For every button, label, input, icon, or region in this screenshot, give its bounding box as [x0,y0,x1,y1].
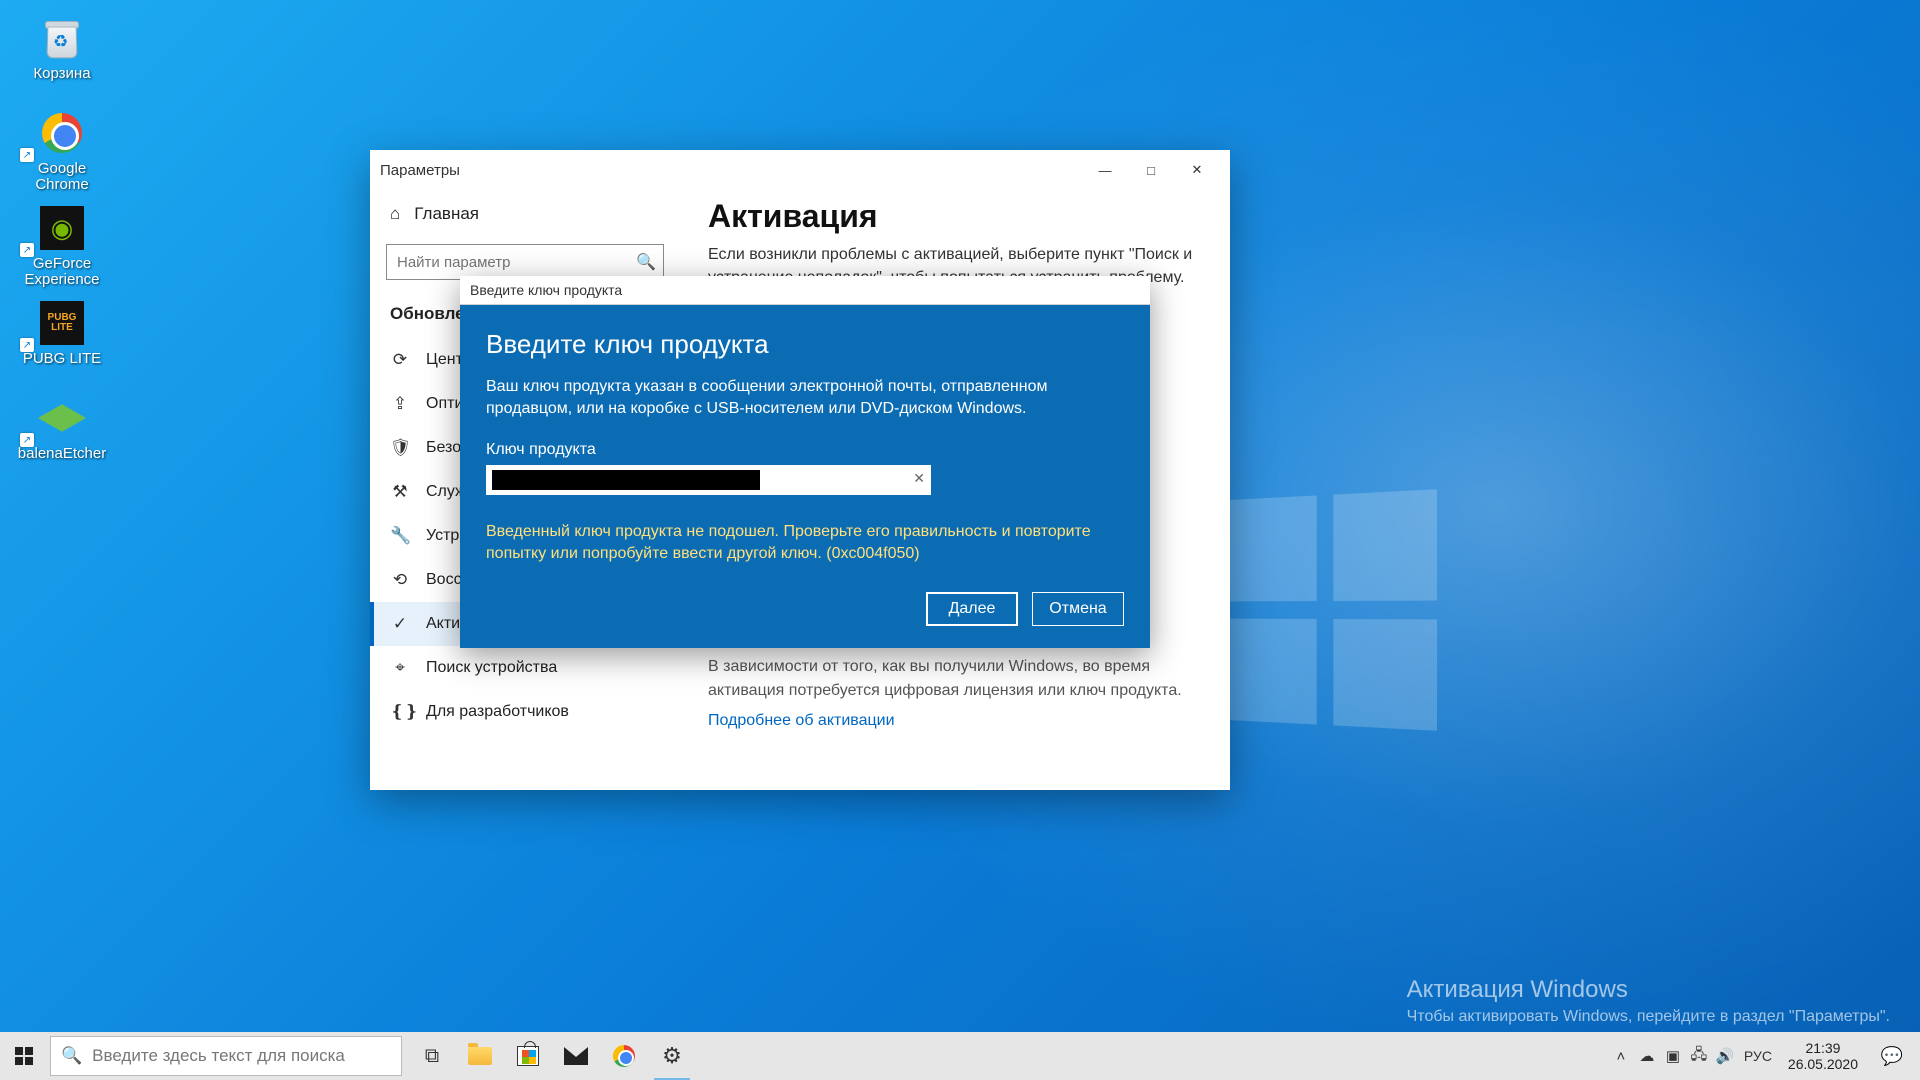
balenaetcher-icon [40,396,84,440]
tray-language[interactable]: РУС [1738,1032,1778,1080]
desktop-icon-label: GeForce Experience [12,256,112,288]
section-description: В зависимости от того, как вы получили W… [708,655,1202,701]
shield-icon [390,438,410,458]
task-view-button[interactable] [408,1032,456,1080]
taskbar-file-explorer[interactable] [456,1032,504,1080]
desktop-icons: Корзина ↗ Google Chrome ↗ GeForce Experi… [12,10,112,485]
page-title: Активация [708,198,1202,235]
search-icon: 🔍 [636,252,656,272]
home-icon [390,204,400,224]
desktop-icon-pubg[interactable]: PUBGLITE ↗ PUBG LITE [12,295,112,390]
redacted-key [492,470,760,490]
sidebar-item-label: Для разработчиков [426,703,569,721]
watermark-title: Активация Windows [1407,976,1890,1004]
sidebar-item-for-developers[interactable]: Для разработчиков [370,690,680,734]
sync-icon [390,350,410,370]
locate-icon [390,658,410,678]
task-view-icon [425,1045,439,1068]
chrome-icon [42,113,82,153]
dialog-title: Введите ключ продукта [460,276,1150,305]
window-maximize-button[interactable]: □ [1128,154,1174,186]
product-key-label: Ключ продукта [486,441,1124,459]
folder-icon [468,1047,492,1065]
window-title: Параметры [380,162,460,179]
chrome-icon [613,1045,635,1067]
delivery-icon [390,394,410,414]
sidebar-item-label: Поиск устройства [426,659,557,677]
store-icon [517,1046,539,1066]
sidebar-item-find-my-device[interactable]: Поиск устройства [370,646,680,690]
desktop-icon-geforce[interactable]: ↗ GeForce Experience [12,200,112,295]
developer-icon [390,702,410,722]
taskbar-mail[interactable] [552,1032,600,1080]
desktop-icon-etcher[interactable]: ↗ balenaEtcher [12,390,112,485]
desktop-icon-label: PUBG LITE [23,351,101,367]
sidebar-home-label: Главная [414,204,479,224]
dialog-description: Ваш ключ продукта указан в сообщении эле… [486,376,1124,421]
desktop: Корзина ↗ Google Chrome ↗ GeForce Experi… [0,0,1920,1080]
search-icon: 🔍 [61,1046,82,1066]
tray-show-hidden[interactable]: ˄ [1608,1032,1634,1080]
desktop-icon-chrome[interactable]: ↗ Google Chrome [12,105,112,200]
desktop-icon-label: balenaEtcher [18,446,106,462]
shortcut-arrow-icon: ↗ [20,243,34,257]
product-key-dialog: Введите ключ продукта Введите ключ проду… [460,276,1150,648]
shortcut-arrow-icon: ↗ [20,148,34,162]
shortcut-arrow-icon: ↗ [20,433,34,447]
tray-time: 21:39 [1788,1040,1858,1056]
check-icon [390,614,410,634]
wrench-icon [390,526,410,546]
tray-security[interactable]: ▣ [1660,1032,1686,1080]
system-tray: ˄ ☁ ▣ 🖧 🔊 РУС 21:39 26.05.2020 💬 [1608,1032,1920,1080]
error-message: Введенный ключ продукта не подошел. Пров… [486,521,1124,566]
window-titlebar[interactable]: Параметры — □ ✕ [370,150,1230,190]
clear-input-button[interactable]: ✕ [913,470,925,487]
shortcut-arrow-icon: ↗ [20,338,34,352]
gear-icon [662,1043,682,1069]
sidebar-home[interactable]: Главная [370,194,680,234]
cancel-button[interactable]: Отмена [1032,592,1124,626]
activation-watermark: Активация Windows Чтобы активировать Win… [1407,976,1890,1026]
desktop-icon-recycle-bin[interactable]: Корзина [12,10,112,105]
dialog-heading: Введите ключ продукта [486,329,1124,360]
taskbar-search-placeholder: Введите здесь текст для поиска [92,1046,345,1066]
taskbar: 🔍 Введите здесь текст для поиска ˄ ☁ ▣ 🖧… [0,1032,1920,1080]
recycle-bin-icon [38,14,86,62]
taskbar-chrome[interactable] [600,1032,648,1080]
pubg-icon: PUBGLITE [40,301,84,345]
learn-more-link[interactable]: Подробнее об активации [708,712,895,730]
tray-clock[interactable]: 21:39 26.05.2020 [1778,1040,1868,1072]
recovery-icon [390,570,410,590]
tray-date: 26.05.2020 [1788,1056,1858,1072]
mail-icon [564,1047,588,1065]
next-button[interactable]: Далее [926,592,1018,626]
tray-onedrive[interactable]: ☁ [1634,1032,1660,1080]
window-close-button[interactable]: ✕ [1174,154,1220,186]
taskbar-microsoft-store[interactable] [504,1032,552,1080]
window-minimize-button[interactable]: — [1082,154,1128,186]
start-button[interactable] [0,1032,48,1080]
geforce-icon [40,206,84,250]
desktop-icon-label: Корзина [33,66,90,82]
windows-logo-icon [15,1047,33,1065]
desktop-icon-label: Google Chrome [12,161,112,193]
action-center-button[interactable]: 💬 [1868,1032,1916,1080]
taskbar-settings[interactable] [648,1032,696,1080]
settings-search-input[interactable] [386,244,664,280]
tray-network[interactable]: 🖧 [1686,1032,1712,1080]
taskbar-search[interactable]: 🔍 Введите здесь текст для поиска [50,1036,402,1076]
wallpaper-windows-logo [1223,489,1437,731]
backup-icon [390,482,410,502]
watermark-subtitle: Чтобы активировать Windows, перейдите в … [1407,1008,1890,1026]
tray-volume[interactable]: 🔊 [1712,1032,1738,1080]
